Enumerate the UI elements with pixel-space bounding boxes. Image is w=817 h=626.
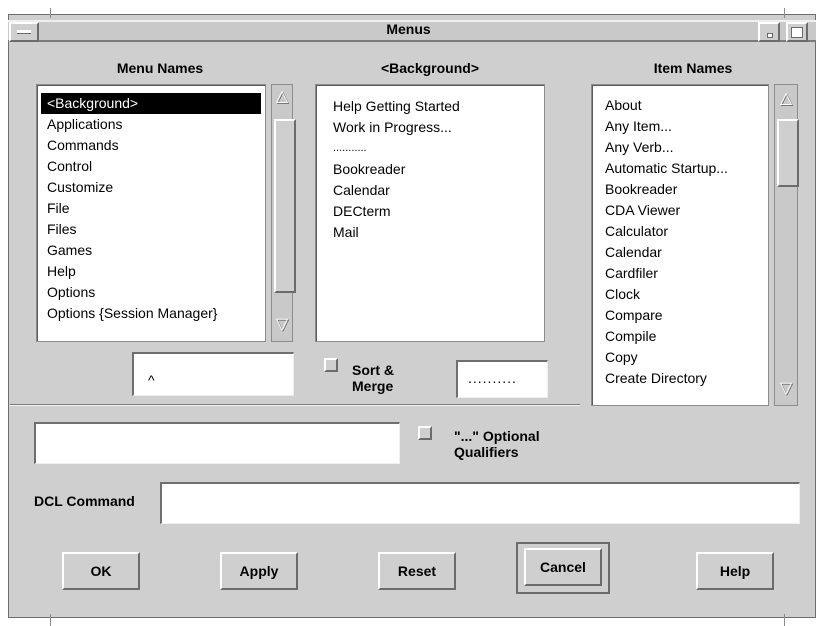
section-divider-highlight bbox=[10, 405, 580, 406]
background-items-list[interactable]: Help Getting Started Work in Progress...… bbox=[315, 84, 545, 342]
separator-input-value: .......... bbox=[468, 370, 517, 386]
menu-names-scrollbar[interactable]: △ ▽ bbox=[271, 84, 296, 342]
minimize-button[interactable] bbox=[758, 22, 780, 42]
list-item[interactable]: Automatic Startup... bbox=[592, 158, 768, 179]
list-item[interactable]: Applications bbox=[41, 114, 261, 135]
list-item[interactable]: Compile bbox=[592, 326, 768, 347]
list-item[interactable]: Clock bbox=[592, 284, 768, 305]
scroll-down-arrow-icon[interactable]: ▽ bbox=[775, 381, 797, 397]
maximize-button[interactable] bbox=[786, 22, 808, 42]
list-item[interactable]: About bbox=[592, 95, 768, 116]
separator-input[interactable]: .......... bbox=[456, 360, 548, 398]
list-item[interactable]: Work in Progress... bbox=[316, 117, 544, 138]
list-item[interactable]: Options {Session Manager} bbox=[41, 303, 261, 324]
list-item[interactable]: Compare bbox=[592, 305, 768, 326]
optional-qualifiers-checkbox[interactable] bbox=[418, 426, 432, 440]
list-item[interactable]: Bookreader bbox=[316, 159, 544, 180]
item-names-scrollbar[interactable]: △ ▽ bbox=[774, 84, 799, 406]
list-item[interactable]: DECterm bbox=[316, 201, 544, 222]
window-title: Menus bbox=[386, 21, 431, 37]
list-item[interactable]: Create Directory bbox=[592, 368, 768, 389]
list-item[interactable]: Bookreader bbox=[592, 179, 768, 200]
list-item[interactable]: Calendar bbox=[316, 180, 544, 201]
item-names-header: Item Names bbox=[653, 60, 733, 76]
cancel-button[interactable]: Cancel bbox=[524, 548, 602, 586]
list-item[interactable]: Calendar bbox=[592, 242, 768, 263]
list-item[interactable]: CDA Viewer bbox=[592, 200, 768, 221]
qualifier-input[interactable] bbox=[34, 422, 400, 464]
list-item[interactable]: Any Item... bbox=[592, 116, 768, 137]
list-item[interactable]: Options bbox=[41, 282, 261, 303]
frame-corner-mark bbox=[784, 614, 785, 626]
menu-name-input-value: ^ bbox=[148, 372, 155, 388]
sort-merge-label: Sort & Merge bbox=[352, 362, 394, 394]
list-item[interactable]: Cardfiler bbox=[592, 263, 768, 284]
background-list-header: <Background> bbox=[380, 60, 480, 76]
minimize-icon bbox=[767, 33, 773, 38]
frame-corner-mark bbox=[784, 8, 785, 18]
list-item[interactable]: Files bbox=[41, 219, 261, 240]
frame-corner-mark bbox=[50, 614, 51, 626]
list-item[interactable]: ........... bbox=[316, 138, 544, 159]
dcl-command-label: DCL Command bbox=[34, 493, 135, 509]
dcl-command-input[interactable] bbox=[160, 482, 800, 524]
list-item[interactable]: <Background> bbox=[41, 93, 261, 114]
apply-button[interactable]: Apply bbox=[220, 552, 298, 590]
ok-button[interactable]: OK bbox=[62, 552, 140, 590]
scroll-thumb[interactable] bbox=[777, 119, 799, 187]
frame-corner-mark bbox=[50, 8, 51, 18]
list-item[interactable]: Copy bbox=[592, 347, 768, 368]
scroll-thumb[interactable] bbox=[274, 119, 296, 293]
list-item[interactable]: Customize bbox=[41, 177, 261, 198]
list-item[interactable]: Control bbox=[41, 156, 261, 177]
list-item[interactable]: Commands bbox=[41, 135, 261, 156]
reset-button[interactable]: Reset bbox=[378, 552, 456, 590]
item-names-list[interactable]: About Any Item... Any Verb... Automatic … bbox=[591, 84, 769, 406]
maximize-icon bbox=[791, 27, 803, 38]
menu-names-header: Menu Names bbox=[116, 60, 204, 76]
list-item[interactable]: Calculator bbox=[592, 221, 768, 242]
sort-merge-checkbox[interactable] bbox=[324, 358, 338, 372]
list-item[interactable]: File bbox=[41, 198, 261, 219]
scroll-down-arrow-icon[interactable]: ▽ bbox=[272, 317, 292, 333]
scroll-up-arrow-icon[interactable]: △ bbox=[775, 91, 797, 107]
menu-name-input[interactable]: ^ bbox=[132, 352, 294, 396]
list-item[interactable]: Games bbox=[41, 240, 261, 261]
list-item[interactable]: Help Getting Started bbox=[316, 96, 544, 117]
list-item[interactable]: Mail bbox=[316, 222, 544, 243]
list-item[interactable]: Help bbox=[41, 261, 261, 282]
scroll-up-arrow-icon[interactable]: △ bbox=[272, 89, 292, 105]
list-item[interactable]: Any Verb... bbox=[592, 137, 768, 158]
menu-names-list[interactable]: <Background> Applications Commands Contr… bbox=[36, 84, 266, 342]
help-button[interactable]: Help bbox=[696, 552, 774, 590]
optional-qualifiers-label: "..." Optional Qualifiers bbox=[454, 428, 540, 460]
